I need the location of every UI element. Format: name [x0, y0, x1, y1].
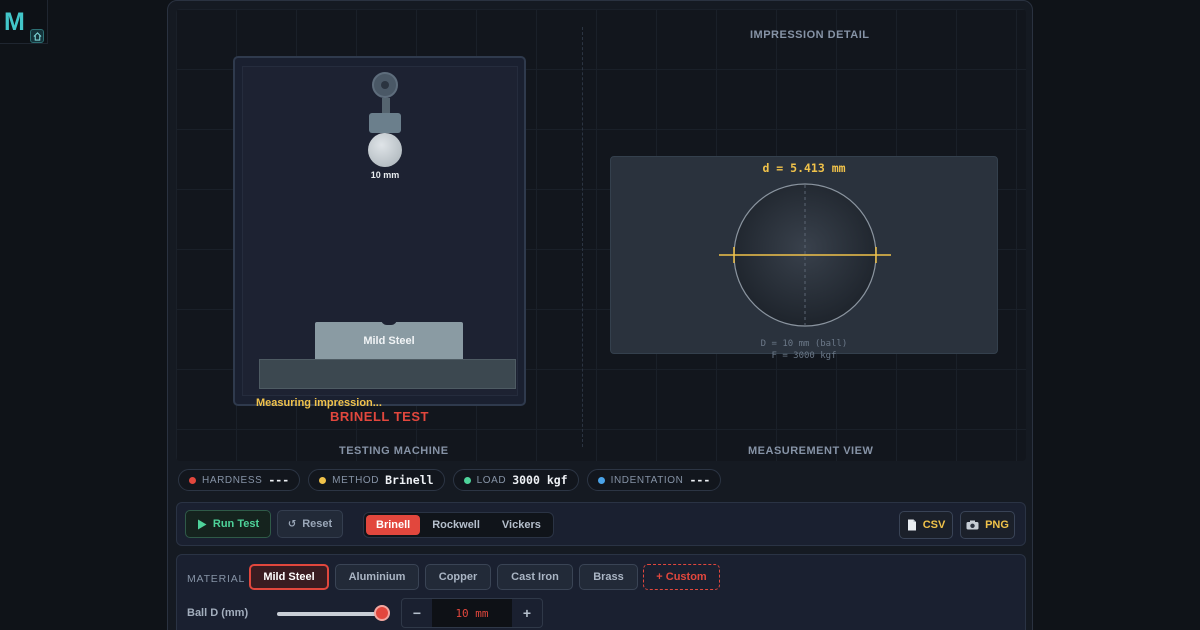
testing-machine-label: TESTING MACHINE [339, 445, 449, 457]
load-dot [463, 476, 471, 484]
export-png-button[interactable]: PNG [960, 511, 1015, 539]
main-panel: IMPRESSION DETAIL 10 mm Mild Steel Measu… [167, 0, 1033, 630]
reset-icon: ↺ [287, 518, 297, 530]
machine-chamber: 10 mm Mild Steel Measuring impression... [242, 66, 518, 409]
ball-diameter-stepper: − 10 mm + [401, 598, 543, 628]
logo-letter: M [4, 8, 25, 36]
stat-value: Brinell [385, 473, 434, 487]
indenter-ball [368, 133, 402, 167]
increment-button[interactable]: + [512, 599, 542, 627]
run-test-button[interactable]: Run Test [185, 510, 271, 538]
reset-button[interactable]: ↺ Reset [277, 510, 343, 538]
load-knob-icon [372, 72, 398, 98]
ball-caption: D = 10 mm (ball) [760, 339, 848, 349]
impression-detail-title: IMPRESSION DETAIL [750, 29, 870, 41]
testing-machine-frame: 10 mm Mild Steel Measuring impression... [233, 56, 526, 409]
indentation-dot [597, 476, 605, 484]
material-chip-mild-steel[interactable]: Mild Steel [249, 564, 329, 590]
impression-diagram [719, 183, 891, 327]
home-button[interactable] [30, 29, 44, 43]
controls-bar: Run Test ↺ Reset Brinell Rockwell Vicker… [176, 502, 1026, 546]
anvil-base [259, 359, 516, 389]
method-dot [319, 476, 327, 484]
stat-indentation: INDENTATION --- [586, 469, 722, 491]
stat-key: HARDNESS [202, 474, 263, 486]
stage-divider [582, 27, 583, 447]
stat-value: 3000 kgf [512, 473, 568, 487]
csv-label: CSV [922, 519, 946, 531]
material-chip-brass[interactable]: Brass [579, 564, 638, 590]
method-tab-rockwell[interactable]: Rockwell [422, 515, 490, 535]
stat-value: --- [689, 473, 711, 487]
material-chip-cast-iron[interactable]: Cast Iron [497, 564, 573, 590]
ball-diameter-label: Ball D (mm) [187, 607, 249, 619]
stat-key: METHOD [332, 474, 380, 486]
test-title: BRINELL TEST [330, 409, 429, 424]
png-label: PNG [985, 519, 1009, 531]
decrement-button[interactable]: − [402, 599, 432, 627]
load-caption: F = 3000 kgf [771, 351, 837, 361]
material-chip-copper[interactable]: Copper [425, 564, 491, 590]
stat-key: INDENTATION [610, 474, 684, 486]
ball-diameter-slider[interactable] [277, 612, 383, 616]
material-label: MATERIAL [187, 573, 246, 585]
run-test-label: Run Test [212, 518, 260, 530]
app-logo: M [0, 0, 48, 44]
reset-label: Reset [302, 518, 333, 530]
stat-method: METHOD Brinell [308, 469, 445, 491]
test-stage: IMPRESSION DETAIL 10 mm Mild Steel Measu… [176, 9, 1026, 461]
material-chip-aluminium[interactable]: Aluminium [335, 564, 419, 590]
specimen-block: Mild Steel [315, 322, 463, 360]
hardness-dot [189, 476, 196, 484]
method-tab-vickers[interactable]: Vickers [492, 515, 551, 535]
status-text: Measuring impression... [256, 397, 382, 409]
method-selector: Brinell Rockwell Vickers [363, 512, 554, 538]
method-tab-brinell[interactable]: Brinell [366, 515, 421, 535]
material-panel: MATERIAL Mild Steel Aluminium Copper Cas… [176, 554, 1026, 630]
stat-load: LOAD 3000 kgf [452, 469, 579, 491]
stats-bar: HARDNESS --- METHOD Brinell LOAD 3000 kg… [178, 469, 722, 491]
play-icon [197, 519, 207, 529]
indenter-holder [369, 113, 401, 133]
add-custom-material-button[interactable]: + Custom [643, 564, 720, 590]
diameter-readout: d = 5.413 mm [762, 161, 846, 175]
camera-icon [966, 520, 979, 530]
stat-hardness: HARDNESS --- [178, 469, 301, 491]
measurement-view-label: MEASUREMENT VIEW [748, 445, 874, 457]
ball-diameter-slider-thumb[interactable] [374, 605, 390, 621]
export-csv-button[interactable]: CSV [899, 511, 953, 539]
home-icon [33, 31, 41, 41]
ball-size-label: 10 mm [370, 170, 400, 180]
plunger-rod [382, 98, 390, 114]
document-icon [907, 519, 916, 531]
stat-value: --- [268, 473, 290, 487]
stat-key: LOAD [476, 474, 507, 486]
measurement-view: d = 5.413 mm D = 10 mm (ball) [610, 156, 998, 354]
specimen-label: Mild Steel [363, 335, 415, 347]
ball-diameter-value[interactable]: 10 mm [432, 599, 512, 627]
